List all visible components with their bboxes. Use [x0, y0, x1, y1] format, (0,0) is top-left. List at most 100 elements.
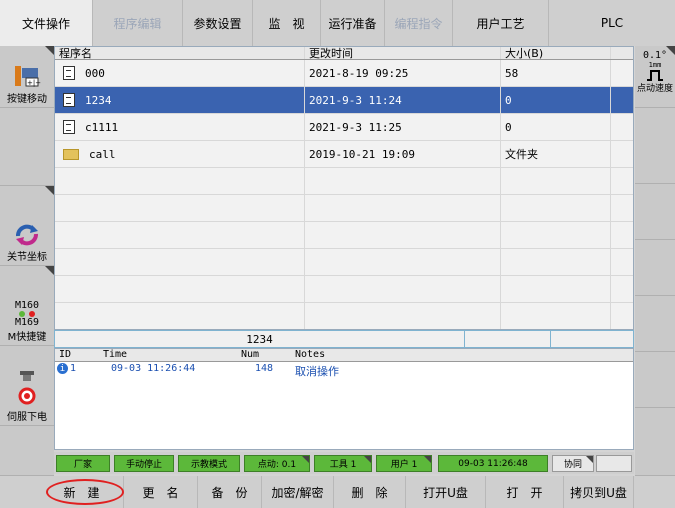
jog-speed-status[interactable]: 点动: 0.1: [244, 455, 310, 472]
user-frame-status-label: 用户 1: [390, 460, 418, 470]
pulse-step-icon: [647, 70, 663, 81]
info-icon: i: [57, 363, 68, 374]
file-icon: [63, 120, 75, 134]
jog-speed-button[interactable]: 0.1° 1mm 点动速度: [635, 46, 675, 108]
encrypt-decrypt-button[interactable]: 加密/解密: [262, 476, 334, 508]
file-time: 2021-9-3 11:24: [305, 87, 501, 113]
corner-indicator-icon: [45, 266, 54, 275]
m160-label: M160: [14, 300, 40, 311]
corner-indicator-icon: [45, 186, 54, 195]
empty-row: [55, 276, 633, 303]
current-program-bar: 1234: [54, 330, 634, 348]
menu-monitor[interactable]: 监 视: [253, 0, 321, 46]
servo-off-button[interactable]: 伺服下电: [0, 346, 54, 426]
jog-mode-button[interactable]: +|− 按键移动: [0, 46, 54, 108]
log-time: 09-03 11:26:44: [111, 363, 196, 374]
copy-to-usb-button[interactable]: 拷贝到U盘: [564, 476, 634, 508]
top-menu-bar: 文件操作 程序编辑 参数设置 监 视 运行准备 编程指令 用户工艺 PLC: [0, 0, 675, 46]
log-notes: 取消操作: [295, 365, 339, 378]
right-empty-button-1[interactable]: [635, 108, 675, 184]
file-icon: [63, 93, 75, 107]
empty-row: [55, 222, 633, 249]
file-name: call: [89, 147, 116, 161]
quick-key-button[interactable]: M160 M169 M快捷键: [0, 266, 54, 346]
file-time: 2021-9-3 11:25: [305, 114, 501, 140]
right-empty-button-6[interactable]: [635, 408, 675, 476]
jog-speed-status-label: 点动: 0.1: [257, 460, 297, 470]
user-level-status[interactable]: 厂家: [56, 455, 110, 472]
log-col-num: Num: [241, 349, 260, 360]
col-size[interactable]: 大小(B): [501, 47, 611, 60]
backup-button[interactable]: 备 份: [198, 476, 262, 508]
log-col-id: ID: [59, 349, 72, 360]
jog-speed-value: 0.1°: [642, 50, 668, 61]
menu-file-operations[interactable]: 文件操作: [0, 0, 93, 46]
run-state-status: 手动停止: [114, 455, 174, 472]
menu-user-process[interactable]: 用户工艺: [453, 0, 549, 46]
menu-plc[interactable]: PLC: [549, 0, 675, 46]
file-row[interactable]: 000 2021-8-19 09:25 58: [55, 60, 633, 87]
left-empty-button-2[interactable]: [0, 426, 54, 476]
jog-speed-label: 点动速度: [636, 84, 673, 94]
left-empty-button-1[interactable]: [0, 108, 54, 186]
joint-coordinate-icon: [16, 224, 38, 246]
coordinate-button[interactable]: 关节坐标: [0, 186, 54, 266]
delete-button[interactable]: 删 除: [334, 476, 406, 508]
corner-indicator-icon: [364, 456, 371, 463]
corner-indicator-icon: [586, 456, 593, 463]
right-empty-button-2[interactable]: [635, 184, 675, 240]
file-size: 58: [501, 60, 611, 86]
collab-status-label: 协同: [563, 460, 582, 470]
empty-row: [55, 195, 633, 222]
servo-power-icon: [18, 371, 36, 405]
rename-button[interactable]: 更 名: [124, 476, 198, 508]
status-bar: 厂家 手动停止 示教模式 点动: 0.1 工具 1 用户 1 09-03 11:…: [54, 452, 634, 474]
bottom-menu-bar: 新 建 更 名 备 份 加密/解密 删 除 打开U盘 打 开 拷贝到U盘: [0, 476, 675, 508]
col-program-name[interactable]: 程序名: [55, 47, 305, 60]
open-button[interactable]: 打 开: [486, 476, 564, 508]
quick-key-label: M快捷键: [7, 332, 47, 343]
file-name: c1111: [85, 120, 119, 134]
right-empty-button-3[interactable]: [635, 240, 675, 296]
status-empty-field: [596, 455, 632, 472]
menu-program-edit[interactable]: 程序编辑: [93, 0, 183, 46]
log-row[interactable]: i 1 09-03 11:26:44 148 取消操作: [55, 363, 633, 378]
collab-status[interactable]: 协同: [552, 455, 594, 472]
file-row-selected[interactable]: 1234 2021-9-3 11:24 0: [55, 87, 633, 114]
key-jog-icon: +|−: [15, 66, 41, 87]
program-file-table: 程序名 更改时间 大小(B) 000 2021-8-19 09:25 58 12…: [54, 46, 634, 330]
log-id: 1: [70, 363, 77, 374]
col-modified-time[interactable]: 更改时间: [305, 47, 501, 60]
message-log-table: ID Time Num Notes i 1 09-03 11:26:44 148…: [54, 348, 634, 450]
file-time: 2019-10-21 19:09: [305, 141, 501, 167]
log-col-notes: Notes: [295, 349, 326, 360]
tool-status[interactable]: 工具 1: [314, 455, 372, 472]
empty-row: [55, 303, 633, 329]
log-col-time: Time: [103, 349, 128, 360]
right-empty-button-5[interactable]: [635, 352, 675, 408]
datetime-status: 09-03 11:26:48: [438, 455, 548, 472]
red-highlight-circle: [46, 479, 124, 505]
file-table-header: 程序名 更改时间 大小(B): [55, 47, 633, 60]
path-bar-field: [465, 331, 551, 347]
right-empty-button-4[interactable]: [635, 296, 675, 352]
menu-program-instructions[interactable]: 编程指令: [385, 0, 453, 46]
menu-parameter-settings[interactable]: 参数设置: [183, 0, 253, 46]
menu-run-prepare[interactable]: 运行准备: [321, 0, 385, 46]
bottom-empty-button[interactable]: [634, 476, 675, 508]
log-header: ID Time Num Notes: [55, 349, 633, 362]
current-program-name: 1234: [55, 331, 465, 347]
m169-label: M169: [14, 317, 40, 328]
open-usb-button[interactable]: 打开U盘: [406, 476, 486, 508]
file-row[interactable]: c1111 2021-9-3 11:25 0: [55, 114, 633, 141]
file-size: 0: [501, 114, 611, 140]
corner-indicator-icon: [666, 46, 675, 55]
file-size: 0: [501, 87, 611, 113]
mode-status[interactable]: 示教模式: [178, 455, 240, 472]
file-name: 000: [85, 66, 105, 80]
tool-status-label: 工具 1: [329, 460, 357, 470]
file-row[interactable]: call 2019-10-21 19:09 文件夹: [55, 141, 633, 168]
user-frame-status[interactable]: 用户 1: [376, 455, 432, 472]
file-name: 1234: [85, 93, 112, 107]
jog-mode-label: 按键移动: [7, 94, 47, 105]
